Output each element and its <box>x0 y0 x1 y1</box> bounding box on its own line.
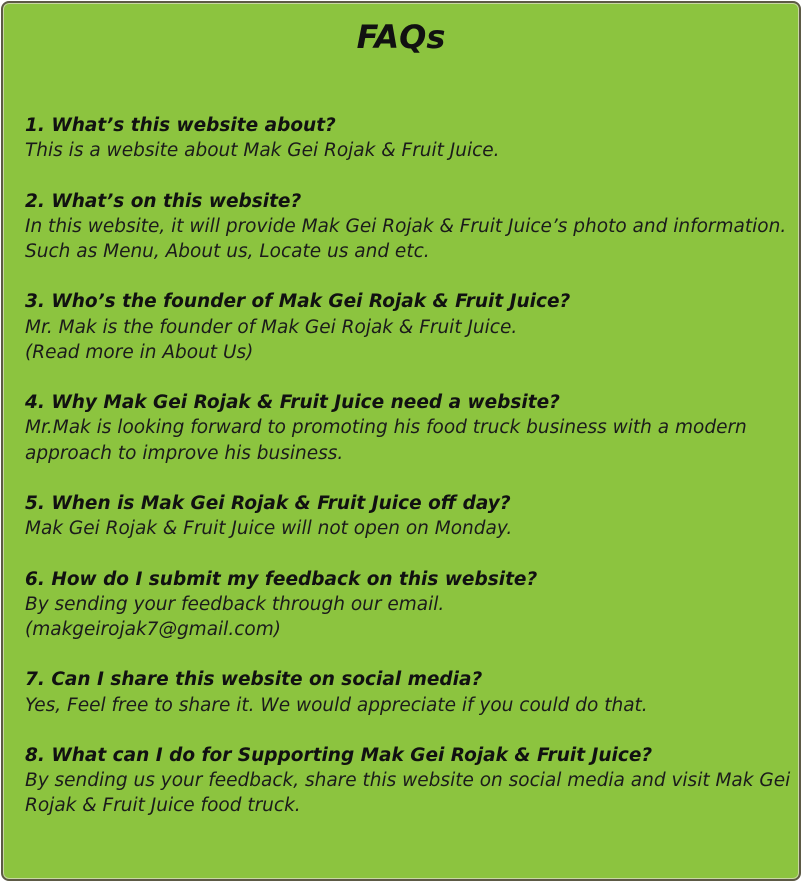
faq-item-8: 8. What can I do for Supporting Mak Gei … <box>25 743 795 819</box>
faq-panel: FAQs 1. What’s this website about? This … <box>1 1 801 881</box>
faq-answer-line: By sending your feedback through our ema… <box>25 593 445 615</box>
faq-question: 3. Who’s the founder of Mak Gei Rojak & … <box>25 291 571 313</box>
faq-item-5: 5. When is Mak Gei Rojak & Fruit Juice o… <box>25 491 795 541</box>
faq-item-3: 3. Who’s the founder of Mak Gei Rojak & … <box>25 289 795 365</box>
faq-answer-line: Mr. Mak is the founder of Mak Gei Rojak … <box>25 316 518 338</box>
faq-answer-line: This is a website about Mak Gei Rojak & … <box>25 140 500 162</box>
faq-question: 5. When is Mak Gei Rojak & Fruit Juice o… <box>25 492 511 514</box>
faq-item-2: 2. What’s on this website? In this websi… <box>25 189 795 265</box>
faq-answer-line: Yes, Feel free to share it. We would app… <box>25 694 648 716</box>
faq-answer-line: (Read more in About Us) <box>25 341 254 363</box>
faq-item-1: 1. What’s this website about? This is a … <box>25 113 795 163</box>
faq-question: 8. What can I do for Supporting Mak Gei … <box>25 744 653 766</box>
faq-question: 4. Why Mak Gei Rojak & Fruit Juice need … <box>25 392 560 414</box>
faq-question: 2. What’s on this website? <box>25 190 302 212</box>
faq-answer-line: Rojak & Fruit Juice food truck. <box>25 795 301 817</box>
faq-item-7: 7. Can I share this website on social me… <box>25 667 795 717</box>
faq-item-4: 4. Why Mak Gei Rojak & Fruit Juice need … <box>25 390 795 466</box>
faq-answer-line: Such as Menu, About us, Locate us and et… <box>25 241 430 262</box>
faq-answer-line: In this website, it will provide Mak Gei… <box>25 215 787 237</box>
faq-answer-line: Mak Gei Rojak & Fruit Juice will not ope… <box>25 518 513 540</box>
faq-answer-line: Mr.Mak is looking forward to promoting h… <box>25 417 747 439</box>
faq-answer-line: By sending us your feedback, share this … <box>25 770 791 792</box>
email-address: (makgeirojak7@gmail.com) <box>25 618 281 640</box>
faq-list: 1. What’s this website about? This is a … <box>25 113 795 844</box>
faq-question: 7. Can I share this website on social me… <box>25 669 483 691</box>
page-title: FAQs <box>356 18 446 56</box>
faq-question: 1. What’s this website about? <box>25 115 336 136</box>
faq-question: 6. How do I submit my feedback on this w… <box>25 568 538 590</box>
faq-answer-line: approach to improve his business. <box>25 442 344 464</box>
faq-item-6: 6. How do I submit my feedback on this w… <box>25 567 795 643</box>
